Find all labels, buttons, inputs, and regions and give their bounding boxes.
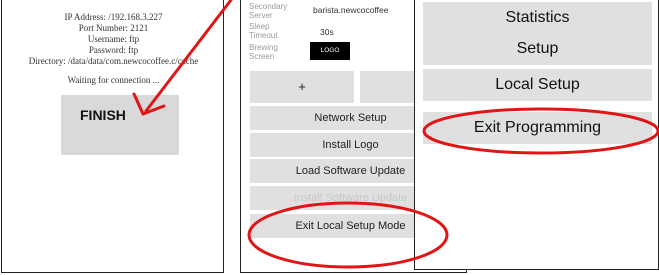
- secondary-server-label-line1: Secondary: [249, 2, 288, 11]
- connection-status-text: Waiting for connection ...: [67, 75, 160, 85]
- logo-button[interactable]: LOGO: [310, 42, 350, 60]
- setup-button[interactable]: Setup: [423, 33, 652, 65]
- username-text: Username: ftp: [87, 34, 140, 44]
- program-menu-panel: Statistics Setup Local Setup Exit Progra…: [414, 0, 659, 270]
- plus-button[interactable]: +: [250, 71, 354, 103]
- secondary-server-label-line2: Server: [249, 11, 273, 20]
- brewing-screen-label-line1: Brewing: [249, 43, 278, 52]
- statistics-button[interactable]: Statistics: [423, 2, 652, 34]
- port-number-text: Port Number: 2121: [78, 23, 149, 33]
- sleep-timeout-label-line1: Sleep: [249, 22, 270, 31]
- secondary-server-field[interactable]: barista.newcocoffee: [313, 5, 388, 15]
- sleep-timeout-label-line2: Timeout: [249, 31, 278, 40]
- finish-button-label: FINISH: [80, 107, 126, 123]
- brewing-screen-label-line2: Screen: [249, 52, 275, 61]
- ip-address-text: IP Address: /192.168.3.227: [64, 12, 163, 22]
- directory-text: Directory: /data/data/com.newcocoffee.c/…: [28, 56, 199, 66]
- ftp-panel: IP Address: /192.168.3.227 Port Number: …: [1, 0, 224, 273]
- password-text: Password: ftp: [88, 45, 139, 55]
- exit-programming-button[interactable]: Exit Programming: [423, 112, 652, 144]
- finish-button[interactable]: FINISH: [61, 95, 179, 155]
- local-setup-button[interactable]: Local Setup: [423, 69, 652, 101]
- sleep-timeout-field[interactable]: 30s: [320, 27, 334, 37]
